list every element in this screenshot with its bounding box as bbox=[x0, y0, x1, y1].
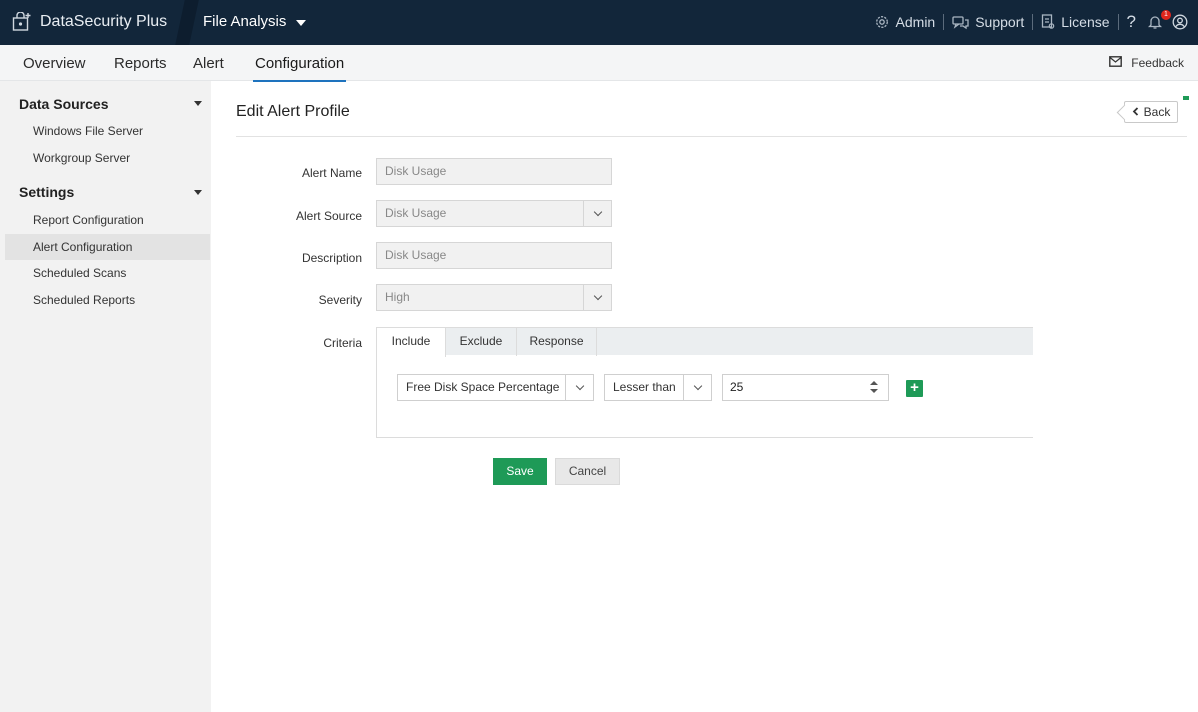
brand-name: DataSecurity Plus bbox=[40, 13, 168, 30]
criteria-field-value: Free Disk Space Percentage bbox=[406, 380, 560, 394]
bell-icon bbox=[1148, 14, 1162, 30]
chevron-left-icon bbox=[1132, 105, 1139, 119]
license-label: License bbox=[1061, 14, 1110, 30]
caret-down-icon bbox=[296, 19, 307, 26]
criteria-value-input[interactable]: 25 bbox=[722, 374, 889, 401]
save-button[interactable]: Save bbox=[493, 458, 547, 485]
add-criteria-button[interactable]: + bbox=[906, 380, 923, 397]
criteria-label: Criteria bbox=[323, 336, 362, 350]
back-label: Back bbox=[1143, 105, 1171, 119]
caret-down-icon[interactable] bbox=[194, 190, 202, 195]
admin-link[interactable]: Admin bbox=[866, 14, 944, 30]
notifications-button[interactable]: 1 bbox=[1144, 10, 1171, 30]
tab-reports[interactable]: Reports bbox=[114, 55, 167, 72]
criteria-value-text: 25 bbox=[730, 380, 744, 394]
sidebar-item-alert-configuration[interactable]: Alert Configuration bbox=[5, 234, 210, 260]
header-actions: Admin Support License ? 1 bbox=[866, 10, 1188, 32]
criteria-field-select[interactable]: Free Disk Space Percentage bbox=[397, 374, 594, 401]
tab-configuration[interactable]: Configuration bbox=[252, 55, 347, 82]
help-icon: ? bbox=[1126, 12, 1136, 31]
mail-icon bbox=[1109, 56, 1123, 70]
gear-icon bbox=[874, 14, 890, 30]
severity-value: High bbox=[385, 290, 410, 304]
severity-select[interactable]: High bbox=[376, 284, 612, 311]
chevron-down-icon[interactable] bbox=[565, 375, 593, 400]
main-nav: Overview Reports Alert Configuration Fee… bbox=[0, 45, 1198, 82]
sidebar-item-scheduled-scans[interactable]: Scheduled Scans bbox=[5, 260, 210, 286]
sidebar-section-settings[interactable]: Settings bbox=[19, 184, 74, 200]
description-label: Description bbox=[301, 251, 362, 265]
notification-badge: 1 bbox=[1161, 10, 1171, 20]
product-name: File Analysis bbox=[203, 13, 287, 30]
severity-label: Severity bbox=[318, 293, 362, 307]
feedback-link[interactable]: Feedback bbox=[1109, 56, 1184, 70]
brand-logo[interactable]: DataSecurity Plus bbox=[12, 11, 167, 33]
sidebar-item-workgroup-server[interactable]: Workgroup Server bbox=[5, 145, 210, 171]
chat-icon bbox=[952, 14, 969, 30]
tab-alert[interactable]: Alert bbox=[193, 55, 224, 72]
license-icon bbox=[1041, 14, 1055, 30]
sidebar: Data Sources Windows File Server Workgro… bbox=[0, 81, 211, 712]
tab-include[interactable]: Include bbox=[377, 328, 446, 357]
page-title: Edit Alert Profile bbox=[236, 103, 350, 120]
sidebar-item-report-configuration[interactable]: Report Configuration bbox=[5, 207, 210, 233]
support-label: Support bbox=[975, 14, 1025, 30]
sidebar-item-scheduled-reports[interactable]: Scheduled Reports bbox=[5, 287, 210, 313]
cancel-button[interactable]: Cancel bbox=[555, 458, 620, 485]
tab-response[interactable]: Response bbox=[517, 328, 597, 356]
feedback-label: Feedback bbox=[1131, 56, 1184, 70]
criteria-operator-value: Lesser than bbox=[613, 380, 676, 394]
chevron-down-icon[interactable] bbox=[583, 201, 611, 226]
chevron-down-icon[interactable] bbox=[683, 375, 711, 400]
description-field[interactable]: Disk Usage bbox=[376, 242, 612, 269]
tab-exclude[interactable]: Exclude bbox=[446, 328, 517, 356]
user-icon bbox=[1172, 14, 1188, 30]
tab-overview[interactable]: Overview bbox=[23, 55, 86, 72]
license-link[interactable]: License bbox=[1033, 14, 1117, 30]
criteria-tabs: Include Exclude Response bbox=[377, 327, 1033, 357]
number-spinner-icon[interactable] bbox=[870, 381, 878, 393]
criteria-operator-select[interactable]: Lesser than bbox=[604, 374, 712, 401]
title-divider bbox=[236, 136, 1187, 137]
alert-source-label: Alert Source bbox=[295, 209, 362, 223]
product-switcher[interactable]: File Analysis bbox=[203, 13, 307, 30]
header-divider bbox=[175, 0, 199, 45]
sidebar-section-data-sources[interactable]: Data Sources bbox=[19, 96, 108, 112]
alert-source-select[interactable]: Disk Usage bbox=[376, 200, 612, 227]
top-bar: DataSecurity Plus File Analysis Admin Su… bbox=[0, 0, 1198, 45]
alert-source-value: Disk Usage bbox=[385, 206, 447, 220]
alert-name-field[interactable]: Disk Usage bbox=[376, 158, 612, 185]
sidebar-item-windows-file-server[interactable]: Windows File Server bbox=[5, 118, 210, 144]
chevron-down-icon[interactable] bbox=[583, 285, 611, 310]
admin-label: Admin bbox=[895, 14, 936, 30]
support-link[interactable]: Support bbox=[944, 14, 1032, 30]
datasecurity-logo-icon bbox=[12, 12, 32, 32]
status-indicator bbox=[1183, 96, 1189, 100]
caret-down-icon[interactable] bbox=[194, 101, 202, 106]
back-button[interactable]: Back bbox=[1124, 101, 1178, 123]
help-button[interactable]: ? bbox=[1119, 12, 1144, 32]
alert-name-label: Alert Name bbox=[301, 166, 362, 180]
